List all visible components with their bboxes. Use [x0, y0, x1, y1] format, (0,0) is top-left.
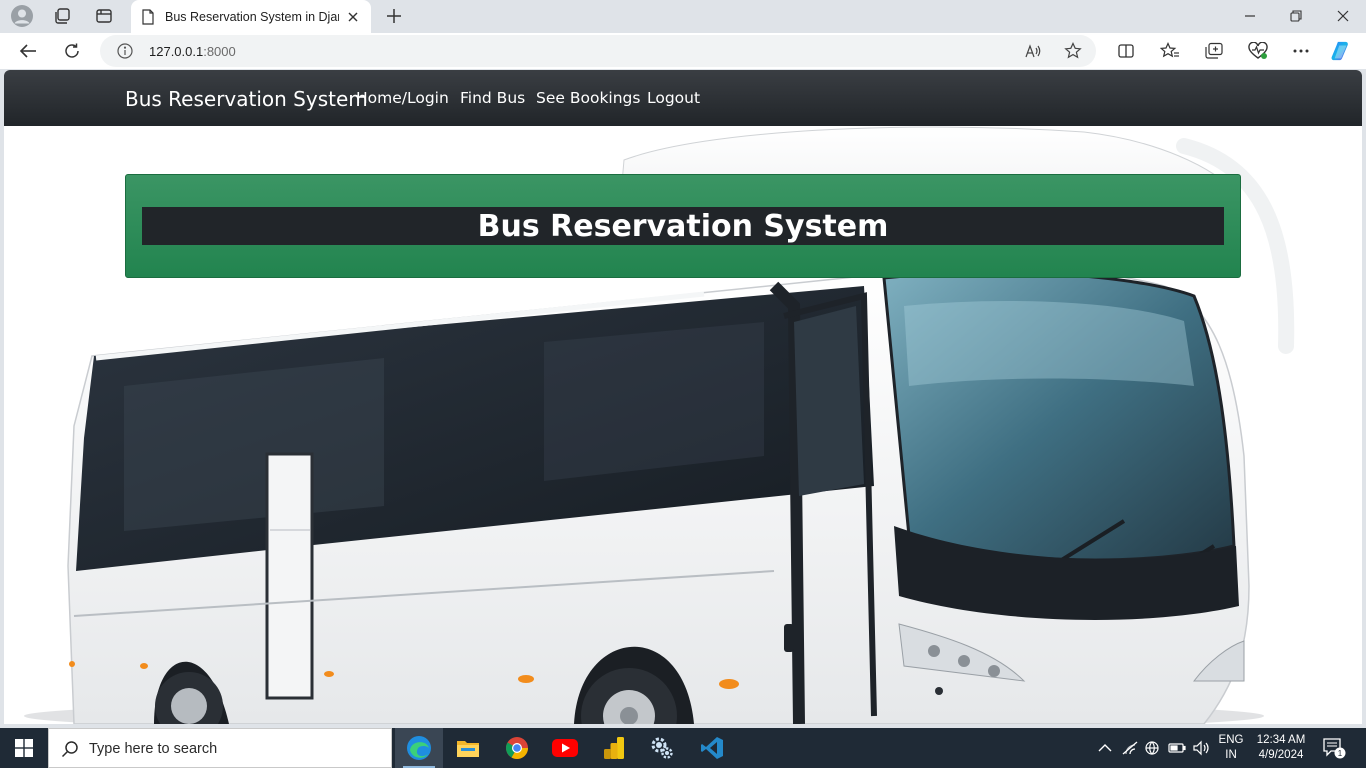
favorite-star-icon[interactable] — [1064, 42, 1082, 60]
settings-taskbar-icon[interactable] — [638, 728, 686, 768]
url-text[interactable]: 127.0.0.1:8000 — [149, 44, 236, 59]
minimize-icon[interactable] — [1238, 4, 1262, 28]
chrome-taskbar-icon[interactable] — [493, 728, 541, 768]
hero-banner: Bus Reservation System — [125, 174, 1241, 278]
favorites-icon[interactable] — [1159, 40, 1181, 62]
clock-date: 4/9/2024 — [1258, 749, 1304, 761]
clock-time: 12:34 AM — [1256, 734, 1306, 746]
hero-title-bar: Bus Reservation System — [142, 207, 1224, 245]
browser-tab[interactable]: Bus Reservation System in Djang — [131, 0, 371, 33]
nav-link-logout[interactable]: Logout — [647, 89, 700, 107]
taskbar-clock[interactable]: 12:34 AM 4/9/2024 — [1254, 733, 1308, 763]
page-icon — [141, 8, 155, 25]
read-aloud-icon[interactable] — [1024, 42, 1042, 60]
browser-toolbar: 127.0.0.1:8000 — [0, 33, 1366, 69]
youtube-taskbar-icon[interactable] — [541, 728, 589, 768]
language-indicator[interactable]: ENG IN — [1218, 733, 1244, 763]
browser-essentials-icon[interactable] — [1247, 40, 1269, 62]
navbar-brand[interactable]: Bus Reservation System — [125, 87, 368, 111]
close-window-icon[interactable] — [1331, 4, 1355, 28]
profile-icon[interactable] — [10, 4, 34, 28]
browser-title-bar: Bus Reservation System in Djang — [0, 0, 1366, 33]
language-region: IN — [1225, 749, 1237, 761]
taskbar-search-box[interactable]: Type here to search — [48, 728, 392, 768]
workspaces-icon[interactable] — [50, 4, 74, 28]
collections-icon[interactable] — [1203, 40, 1225, 62]
network-icon[interactable] — [1143, 738, 1163, 758]
wifi-icon[interactable] — [1120, 738, 1140, 758]
battery-icon[interactable] — [1167, 738, 1187, 758]
windows-taskbar: Type here to search ENG IN 12:34 AM 4/9/… — [0, 728, 1366, 768]
nav-link-see-bookings[interactable]: See Bookings — [536, 89, 640, 107]
site-info-icon[interactable] — [117, 43, 133, 59]
url-port: :8000 — [203, 44, 236, 59]
site-navbar: Bus Reservation System Home/Login Find B… — [4, 70, 1362, 126]
copilot-icon[interactable] — [1331, 40, 1353, 62]
vscode-taskbar-icon[interactable] — [688, 728, 736, 768]
show-hidden-icons-chevron-icon[interactable] — [1095, 738, 1115, 758]
refresh-icon[interactable] — [60, 39, 84, 63]
file-explorer-taskbar-icon[interactable] — [444, 728, 492, 768]
language-code: ENG — [1218, 734, 1244, 746]
url-host: 127.0.0.1 — [149, 44, 204, 59]
tab-actions-icon[interactable] — [92, 4, 116, 28]
more-options-icon[interactable] — [1290, 40, 1312, 62]
web-page: Bus Reservation System Home/Login Find B… — [4, 70, 1362, 724]
power-bi-taskbar-icon[interactable] — [590, 728, 638, 768]
notification-count: 1 — [1338, 749, 1343, 758]
windows-start-icon[interactable] — [0, 728, 48, 768]
new-tab-icon[interactable] — [382, 4, 406, 28]
volume-icon[interactable] — [1191, 738, 1211, 758]
restore-icon[interactable] — [1284, 4, 1308, 28]
notifications-icon[interactable]: 1 — [1322, 737, 1346, 759]
tab-title: Bus Reservation System in Djang — [165, 9, 340, 24]
split-screen-icon[interactable] — [1115, 40, 1137, 62]
edge-taskbar-icon[interactable] — [395, 728, 443, 768]
nav-link-find-bus[interactable]: Find Bus — [460, 89, 525, 107]
search-icon — [61, 740, 79, 758]
search-placeholder: Type here to search — [89, 741, 218, 757]
nav-link-home-login[interactable]: Home/Login — [356, 89, 449, 107]
address-bar[interactable]: 127.0.0.1:8000 — [100, 35, 1096, 67]
close-tab-icon[interactable] — [345, 9, 361, 25]
hero-title: Bus Reservation System — [477, 209, 889, 244]
back-icon[interactable] — [16, 39, 40, 63]
